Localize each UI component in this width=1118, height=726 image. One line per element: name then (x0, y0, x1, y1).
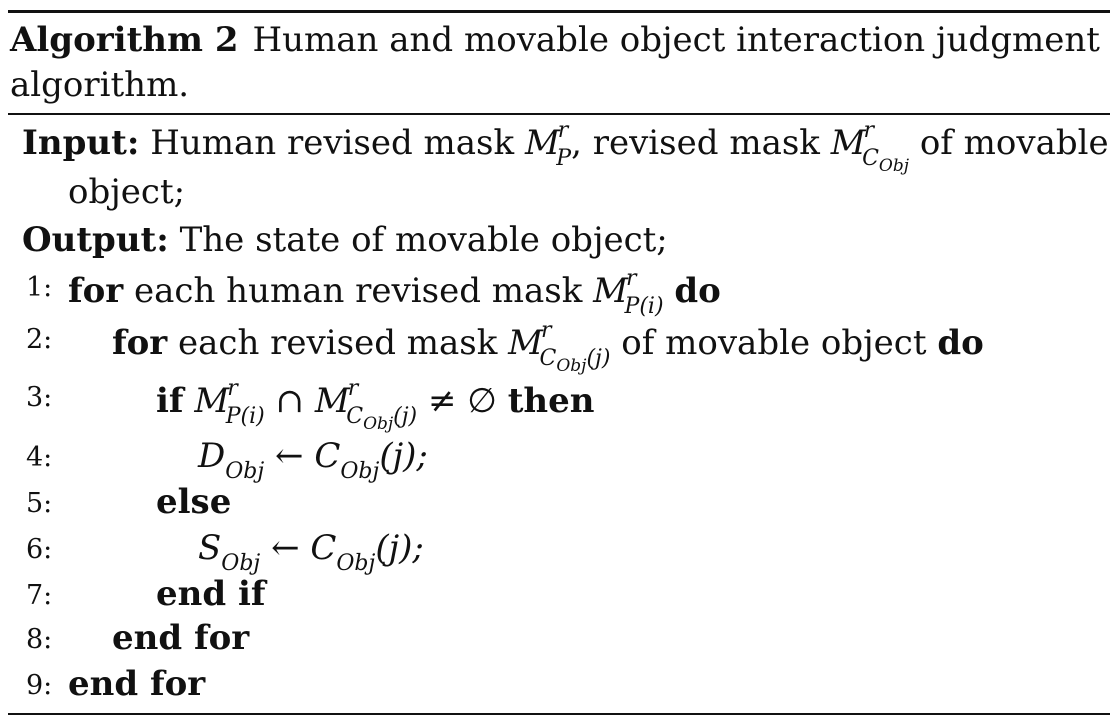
line-8-statement: end for (112, 618, 250, 658)
line-number: 1: (26, 272, 53, 303)
output-text: The state of movable object; (179, 220, 668, 260)
line-number: 4: (26, 442, 53, 473)
input-text-1: Human revised mask (150, 123, 515, 163)
bottom-rule (8, 713, 1110, 715)
line-4-statement: DObj ← CObj(j); (198, 436, 428, 484)
algorithm-block: Algorithm 2 Human and movable object inte… (0, 0, 1118, 726)
line-number: 7: (26, 580, 53, 611)
line-6-statement: SObj ← CObj(j); (198, 528, 424, 576)
algorithm-caption: Algorithm 2 Human and movable object inte… (10, 18, 1108, 108)
output-label: Output: (22, 220, 169, 260)
line-2-statement: for each revised mask MrCObj(j) of movab… (112, 318, 984, 376)
input-text-4: object; (68, 172, 186, 212)
top-rule (8, 10, 1110, 13)
line-3-statement: if MrP(i) ∩ MrCObj(j) ≠ ∅ then (156, 376, 595, 434)
line-number: 9: (26, 670, 53, 701)
math-mask-human-i: MrP(i) (593, 266, 664, 319)
math-mask-object: MrCObj (830, 118, 909, 176)
line-7-statement: end if (156, 574, 266, 614)
output-statement: Output: The state of movable object; (22, 220, 668, 260)
math-condition: MrP(i) ∩ MrCObj(j) ≠ ∅ (194, 376, 497, 434)
caption-label: Algorithm 2 (10, 20, 239, 60)
math-mask-object-j: MrCObj(j) (508, 318, 611, 376)
input-text-2: , revised mask (571, 123, 820, 163)
line-number: 8: (26, 624, 53, 655)
input-text-3: of movable (919, 123, 1109, 163)
input-label: Input: (22, 123, 140, 163)
line-number: 5: (26, 488, 53, 519)
line-9-statement: end for (68, 664, 206, 704)
math-mask-human: MrP (524, 118, 572, 171)
line-1-statement: for each human revised mask MrP(i) do (68, 266, 721, 319)
line-number: 3: (26, 382, 53, 413)
input-statement: Input: Human revised mask MrP, revised m… (22, 118, 1109, 176)
line-5-statement: else (156, 482, 232, 522)
caption-rule (8, 113, 1110, 115)
line-number: 6: (26, 534, 53, 565)
line-number: 2: (26, 324, 53, 355)
